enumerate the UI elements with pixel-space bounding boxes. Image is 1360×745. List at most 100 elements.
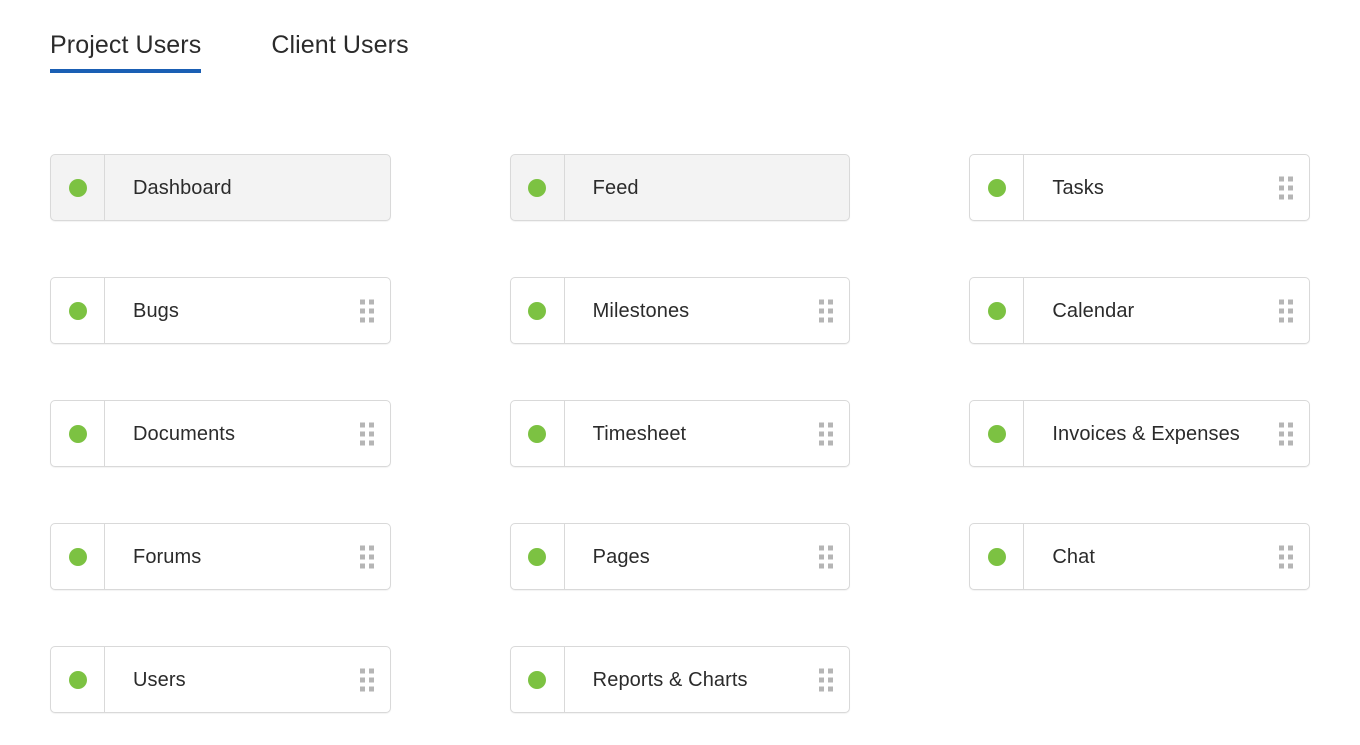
drag-dot	[368, 299, 374, 304]
module-label-cell: Invoices & Expenses	[1024, 401, 1309, 466]
module-status-toggle[interactable]	[970, 155, 1025, 220]
module-status-toggle[interactable]	[970, 401, 1025, 466]
drag-dot	[1279, 554, 1285, 559]
drag-dot	[1288, 554, 1294, 559]
drag-dot	[368, 554, 374, 559]
drag-dot	[819, 317, 825, 322]
module-card-tasks[interactable]: Tasks	[969, 154, 1311, 221]
drag-dot	[1279, 431, 1285, 436]
module-label-cell: Feed	[565, 155, 850, 220]
module-card-reports-and-charts[interactable]: Reports & Charts	[509, 646, 851, 713]
module-card-pages[interactable]: Pages	[509, 523, 851, 590]
drag-dot	[828, 422, 834, 427]
module-label: Invoices & Expenses	[1052, 422, 1240, 445]
module-status-toggle[interactable]	[970, 278, 1025, 343]
drag-dot	[819, 677, 825, 682]
module-card-invoices-and-expenses[interactable]: Invoices & Expenses	[969, 400, 1311, 467]
module-status-toggle[interactable]	[51, 155, 105, 220]
module-grid: Dashboard Bugs Documents Forums Users Feed Mil…	[50, 154, 1311, 713]
tab-client-users[interactable]: Client Users	[271, 30, 408, 73]
green-dot-icon	[987, 178, 1006, 197]
module-card-milestones[interactable]: Milestones	[509, 277, 851, 344]
drag-handle-icon[interactable]	[819, 668, 834, 691]
drag-dot	[1288, 176, 1294, 181]
drag-dot	[828, 299, 834, 304]
module-status-toggle[interactable]	[51, 278, 105, 343]
drag-handle-icon[interactable]	[819, 299, 834, 322]
module-label-cell: Tasks	[1024, 155, 1309, 220]
module-card-chat[interactable]: Chat	[969, 523, 1311, 590]
module-card-bugs[interactable]: Bugs	[50, 277, 391, 344]
drag-dot	[1288, 185, 1294, 190]
module-label-cell: Chat	[1024, 524, 1309, 589]
drag-dot	[1288, 422, 1294, 427]
drag-dot	[368, 563, 374, 568]
drag-dot	[819, 686, 825, 691]
module-status-toggle[interactable]	[511, 278, 565, 343]
module-card-dashboard[interactable]: Dashboard	[50, 154, 391, 221]
drag-handle-icon[interactable]	[1279, 545, 1294, 568]
module-label-cell: Documents	[105, 401, 390, 466]
drag-dot	[819, 554, 825, 559]
drag-dot	[1288, 545, 1294, 550]
tab-project-users[interactable]: Project Users	[50, 30, 202, 73]
module-status-toggle[interactable]	[970, 524, 1025, 589]
drag-handle-icon[interactable]	[359, 422, 374, 445]
drag-dot	[1288, 563, 1294, 568]
module-status-toggle[interactable]	[511, 647, 565, 712]
green-dot-icon	[68, 301, 87, 320]
module-column: Tasks Calendar Invoices & Expenses Chat	[969, 154, 1311, 713]
module-card-timesheet[interactable]: Timesheet	[509, 400, 851, 467]
green-dot-icon	[528, 670, 547, 689]
module-status-toggle[interactable]	[51, 647, 105, 712]
module-label: Forums	[133, 545, 202, 568]
drag-dot	[359, 431, 365, 436]
drag-handle-icon[interactable]	[819, 545, 834, 568]
module-label-cell: Timesheet	[565, 401, 850, 466]
module-label: Users	[133, 668, 186, 691]
drag-handle-icon[interactable]	[359, 545, 374, 568]
drag-dot	[1279, 317, 1285, 322]
drag-dot	[1288, 440, 1294, 445]
drag-dot	[819, 308, 825, 313]
drag-handle-icon[interactable]	[819, 422, 834, 445]
drag-handle-icon[interactable]	[1279, 299, 1294, 322]
module-status-toggle[interactable]	[511, 524, 565, 589]
drag-dot	[828, 554, 834, 559]
drag-dot	[828, 545, 834, 550]
drag-dot	[1279, 440, 1285, 445]
drag-dot	[1288, 317, 1294, 322]
module-status-toggle[interactable]	[511, 155, 565, 220]
module-label-cell: Forums	[105, 524, 390, 589]
drag-handle-icon[interactable]	[1279, 176, 1294, 199]
drag-dot	[1279, 185, 1285, 190]
module-label: Feed	[592, 176, 639, 199]
module-status-toggle[interactable]	[511, 401, 565, 466]
module-card-forums[interactable]: Forums	[50, 523, 391, 590]
drag-handle-icon[interactable]	[1279, 422, 1294, 445]
drag-dot	[368, 308, 374, 313]
module-card-calendar[interactable]: Calendar	[969, 277, 1311, 344]
module-status-toggle[interactable]	[51, 401, 105, 466]
drag-dot	[359, 440, 365, 445]
drag-dot	[359, 677, 365, 682]
drag-dot	[828, 308, 834, 313]
drag-dot	[828, 668, 834, 673]
module-card-feed[interactable]: Feed	[509, 154, 851, 221]
drag-handle-icon[interactable]	[359, 668, 374, 691]
module-label: Bugs	[133, 299, 179, 322]
drag-dot	[828, 677, 834, 682]
module-label: Chat	[1052, 545, 1095, 568]
drag-dot	[819, 431, 825, 436]
green-dot-icon	[528, 424, 547, 443]
drag-dot	[359, 554, 365, 559]
drag-dot	[368, 668, 374, 673]
drag-handle-icon[interactable]	[359, 299, 374, 322]
module-card-users[interactable]: Users	[50, 646, 391, 713]
module-column: Dashboard Bugs Documents Forums Users	[50, 154, 391, 713]
module-card-documents[interactable]: Documents	[50, 400, 391, 467]
module-status-toggle[interactable]	[51, 524, 105, 589]
drag-dot	[819, 545, 825, 550]
drag-dot	[1288, 431, 1294, 436]
module-label-cell: Dashboard	[105, 155, 390, 220]
